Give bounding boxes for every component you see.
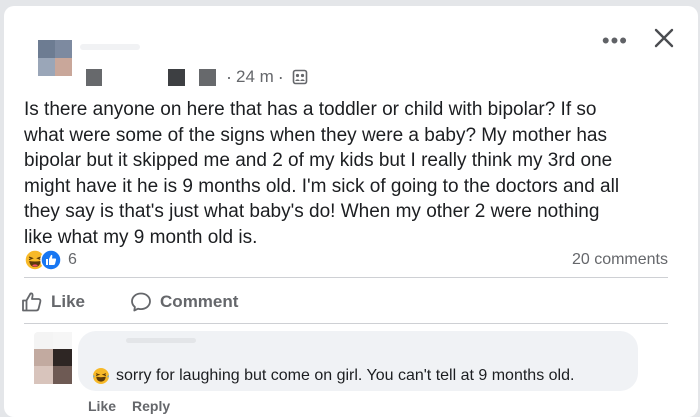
post-meta: · 24 m · — [86, 64, 308, 90]
like-button-label: Like — [51, 292, 86, 311]
comment-bubble: sorry for laughing but come on girl. You… — [78, 331, 638, 391]
author-avatar[interactable] — [38, 40, 72, 76]
censor-block — [86, 68, 102, 86]
more-options-button[interactable]: ••• — [602, 30, 628, 52]
laughing-with-tears-icon — [93, 368, 109, 384]
comment-actions: Like Reply — [88, 398, 170, 414]
like-button[interactable]: Like — [20, 290, 85, 314]
comment-reply-link[interactable]: Reply — [132, 398, 170, 414]
close-icon[interactable] — [652, 26, 676, 50]
group-audience-icon[interactable] — [292, 69, 308, 85]
comment-button-label: Comment — [160, 292, 239, 311]
divider — [24, 277, 668, 278]
meta-separator: · — [277, 66, 284, 87]
post-card: · 24 m · ••• Is there anyone on here tha… — [4, 6, 698, 417]
censor-block — [168, 68, 185, 86]
reaction-count: 6 — [68, 251, 77, 268]
author-name-blurred — [80, 44, 140, 50]
divider — [24, 323, 668, 324]
commenter-name-blurred — [126, 338, 196, 343]
like-icon — [40, 249, 62, 271]
thumbs-up-icon — [22, 292, 42, 312]
post-timestamp[interactable]: 24 m — [236, 67, 274, 87]
censor-block — [199, 68, 216, 86]
reactions-summary[interactable]: 6 — [24, 249, 77, 271]
post-text: Is there anyone on here that has a toddl… — [24, 99, 620, 248]
comment-button[interactable]: Comment — [129, 290, 238, 314]
meta-separator: · — [226, 66, 232, 87]
comment-text: sorry for laughing but come on girl. You… — [116, 367, 575, 384]
action-bar: Like Comment — [20, 287, 238, 317]
comment-icon — [131, 292, 151, 312]
commenter-avatar[interactable] — [34, 332, 72, 384]
comments-count[interactable]: 20 comments — [572, 251, 668, 269]
comment-like-link[interactable]: Like — [88, 398, 116, 414]
comment-text-row: sorry for laughing but come on girl. You… — [92, 367, 574, 385]
